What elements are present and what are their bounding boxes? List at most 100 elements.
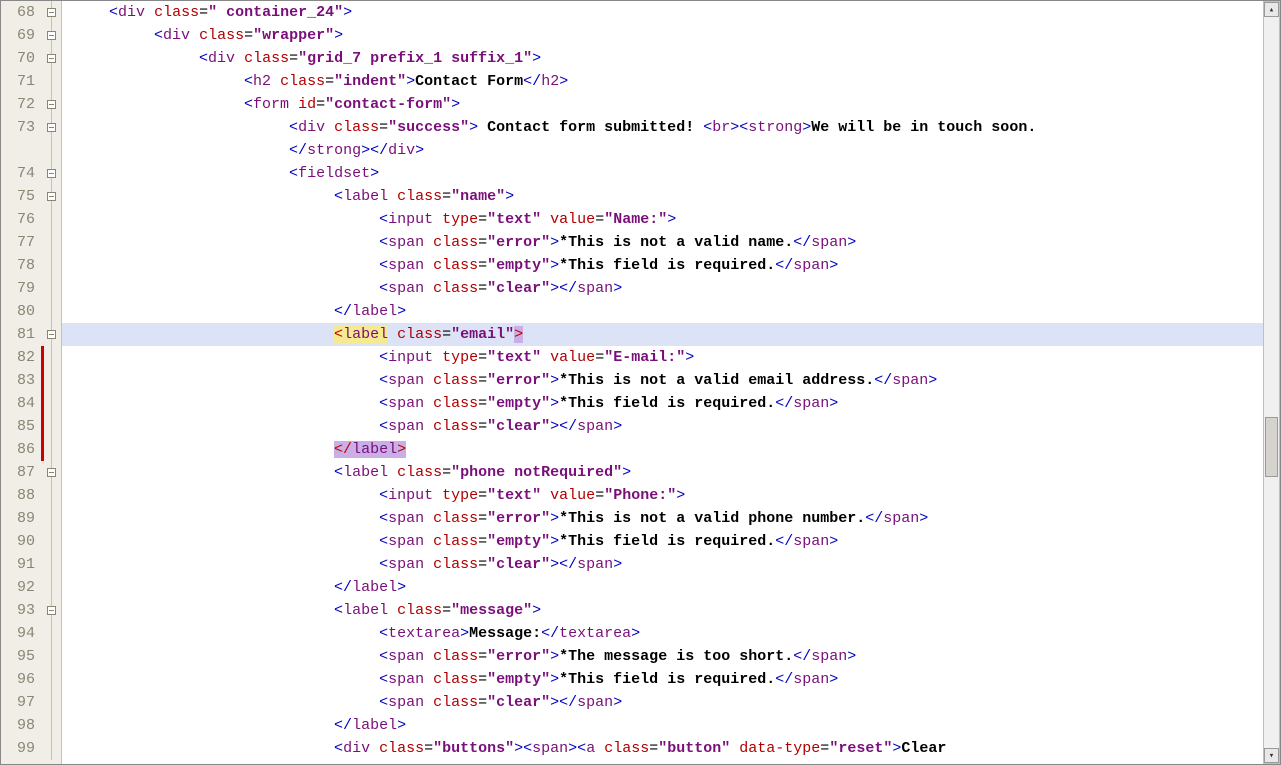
scroll-up-button[interactable]: ▴ [1264,2,1279,17]
line-number: 79 [1,277,41,300]
fold-toggle-icon[interactable] [47,54,56,63]
code-line[interactable]: </label> [62,300,1280,323]
fold-cell[interactable] [41,231,61,254]
fold-cell[interactable] [41,254,61,277]
fold-cell[interactable] [41,24,61,47]
line-number: 88 [1,484,41,507]
code-line[interactable]: <span class="clear"></span> [62,553,1280,576]
fold-cell[interactable] [41,47,61,70]
code-line[interactable]: </label> [62,714,1280,737]
fold-cell[interactable] [41,415,61,438]
line-number: 75 [1,185,41,208]
fold-cell[interactable] [41,714,61,737]
fold-cell[interactable] [41,162,61,185]
line-number: 68 [1,1,41,24]
fold-cell[interactable] [41,461,61,484]
fold-cell[interactable] [41,1,61,24]
code-line[interactable]: <div class="success"> Contact form submi… [62,116,1280,139]
code-line[interactable]: <div class="buttons"><span><a class="but… [62,737,1280,760]
code-line[interactable]: <span class="clear"></span> [62,691,1280,714]
code-line[interactable]: <form id="contact-form"> [62,93,1280,116]
fold-cell[interactable] [41,553,61,576]
fold-toggle-icon[interactable] [47,169,56,178]
fold-toggle-icon[interactable] [47,123,56,132]
line-number: 71 [1,70,41,93]
fold-cell[interactable] [41,737,61,760]
code-line[interactable]: <label class="phone notRequired"> [62,461,1280,484]
code-line[interactable]: <label class="name"> [62,185,1280,208]
code-line[interactable]: <span class="empty">*This field is requi… [62,668,1280,691]
fold-cell[interactable] [41,185,61,208]
fold-toggle-icon[interactable] [47,100,56,109]
code-line[interactable]: <span class="empty">*This field is requi… [62,530,1280,553]
line-number: 97 [1,691,41,714]
fold-cell[interactable] [41,691,61,714]
fold-cell[interactable] [41,530,61,553]
code-line[interactable]: <span class="empty">*This field is requi… [62,254,1280,277]
line-number: 99 [1,737,41,760]
fold-toggle-icon[interactable] [47,31,56,40]
fold-cell[interactable] [41,93,61,116]
code-line[interactable]: <span class="error">*This is not a valid… [62,369,1280,392]
line-number: 82 [1,346,41,369]
fold-toggle-icon[interactable] [47,606,56,615]
vertical-scrollbar[interactable]: ▴ ▾ [1263,1,1280,764]
fold-cell[interactable] [41,346,61,369]
code-line[interactable]: <span class="error">*The message is too … [62,645,1280,668]
code-line[interactable]: <div class="grid_7 prefix_1 suffix_1"> [62,47,1280,70]
fold-cell[interactable] [41,645,61,668]
code-line[interactable]: </strong></div> [62,139,1280,162]
code-line[interactable]: <span class="clear"></span> [62,415,1280,438]
fold-toggle-icon[interactable] [47,8,56,17]
fold-cell[interactable] [41,116,61,139]
scroll-down-button[interactable]: ▾ [1264,748,1279,763]
code-line[interactable]: <textarea>Message:</textarea> [62,622,1280,645]
fold-cell[interactable] [41,208,61,231]
code-line[interactable]: <div class="wrapper"> [62,24,1280,47]
gutter: 6869707172737475767778798081828384858687… [1,1,62,764]
line-number: 91 [1,553,41,576]
code-line[interactable]: <input type="text" value="E-mail:"> [62,346,1280,369]
fold-cell[interactable] [41,622,61,645]
fold-cell[interactable] [41,599,61,622]
code-line[interactable]: <label class="message"> [62,599,1280,622]
change-marker [41,346,44,461]
code-line[interactable]: <span class="empty">*This field is requi… [62,392,1280,415]
fold-cell[interactable] [41,484,61,507]
code-line[interactable]: <label class="email"> [62,323,1280,346]
fold-cell[interactable] [41,277,61,300]
code-line[interactable]: <h2 class="indent">Contact Form</h2> [62,70,1280,93]
fold-cell[interactable] [41,323,61,346]
line-number: 89 [1,507,41,530]
line-number: 95 [1,645,41,668]
fold-toggle-icon[interactable] [47,192,56,201]
fold-toggle-icon[interactable] [47,468,56,477]
fold-cell[interactable] [41,369,61,392]
fold-cell[interactable] [41,300,61,323]
code-line[interactable]: <span class="error">*This is not a valid… [62,507,1280,530]
code-line[interactable]: <input type="text" value="Name:"> [62,208,1280,231]
code-line[interactable]: <div class=" container_24"> [62,1,1280,24]
line-numbers: 6869707172737475767778798081828384858687… [1,1,41,764]
fold-cell[interactable] [41,438,61,461]
code-line[interactable]: <input type="text" value="Phone:"> [62,484,1280,507]
code-line[interactable]: <fieldset> [62,162,1280,185]
fold-cell[interactable] [41,70,61,93]
line-number: 70 [1,47,41,70]
code-line[interactable]: </label> [62,576,1280,599]
line-number: 69 [1,24,41,47]
scroll-track[interactable] [1264,17,1279,748]
fold-cell[interactable] [41,507,61,530]
code-area[interactable]: <div class=" container_24"> <div class="… [62,1,1280,764]
fold-toggle-icon[interactable] [47,330,56,339]
fold-cell[interactable] [41,392,61,415]
line-number: 76 [1,208,41,231]
code-line[interactable]: <span class="error">*This is not a valid… [62,231,1280,254]
line-number: 73 [1,116,41,139]
code-line[interactable]: <span class="clear"></span> [62,277,1280,300]
code-line[interactable]: </label> [62,438,1280,461]
fold-cell[interactable] [41,668,61,691]
scroll-thumb[interactable] [1265,417,1278,477]
fold-cell[interactable] [41,576,61,599]
line-number: 84 [1,392,41,415]
